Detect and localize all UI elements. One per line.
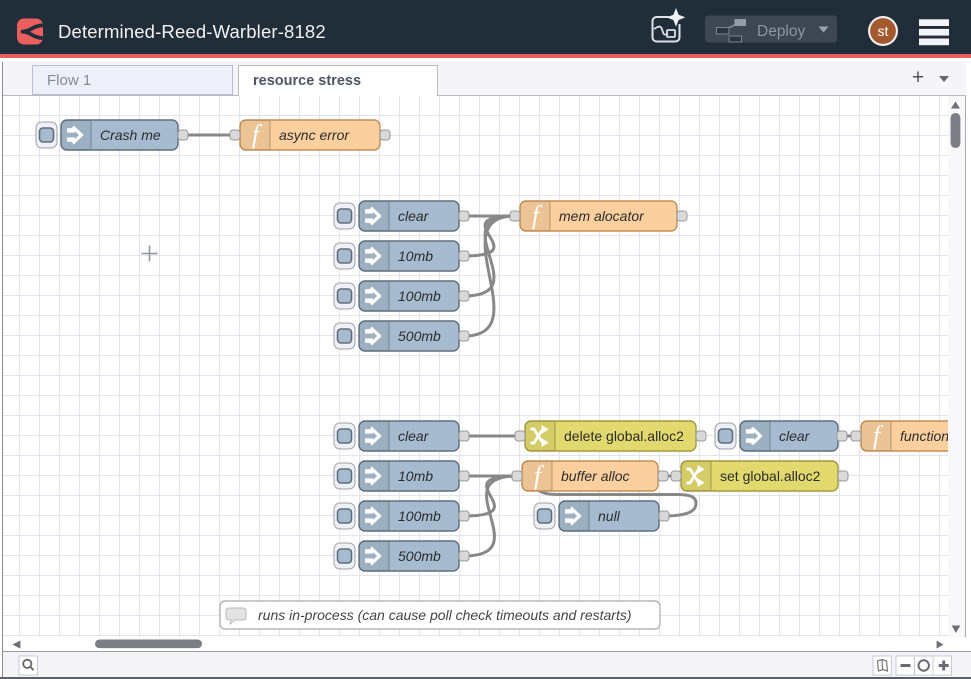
svg-text:500mb: 500mb (398, 548, 441, 564)
svg-text:10mb: 10mb (398, 248, 433, 264)
svg-text:Deploy: Deploy (757, 23, 805, 40)
svg-text:buffer alloc: buffer alloc (561, 468, 629, 484)
svg-text:100mb: 100mb (398, 508, 441, 524)
svg-text:clear: clear (398, 208, 430, 224)
svg-text:clear: clear (779, 428, 811, 444)
svg-text:clear: clear (398, 428, 430, 444)
svg-text:runs in-process (can cause pol: runs in-process (can cause poll check ti… (258, 607, 632, 623)
svg-text:async error: async error (279, 127, 350, 143)
svg-text:null: null (598, 508, 621, 524)
svg-text:delete global.alloc2: delete global.alloc2 (564, 428, 684, 444)
svg-text:set global.alloc2: set global.alloc2 (720, 468, 821, 484)
svg-text:10mb: 10mb (398, 468, 433, 484)
svg-text:Crash me: Crash me (100, 127, 161, 143)
svg-text:500mb: 500mb (398, 328, 441, 344)
svg-text:st: st (878, 23, 889, 39)
svg-text:100mb: 100mb (398, 288, 441, 304)
svg-text:Determined-Reed-Warbler-8182: Determined-Reed-Warbler-8182 (58, 21, 326, 42)
svg-text:mem alocator: mem alocator (559, 208, 645, 224)
svg-text:function: function (900, 428, 949, 444)
